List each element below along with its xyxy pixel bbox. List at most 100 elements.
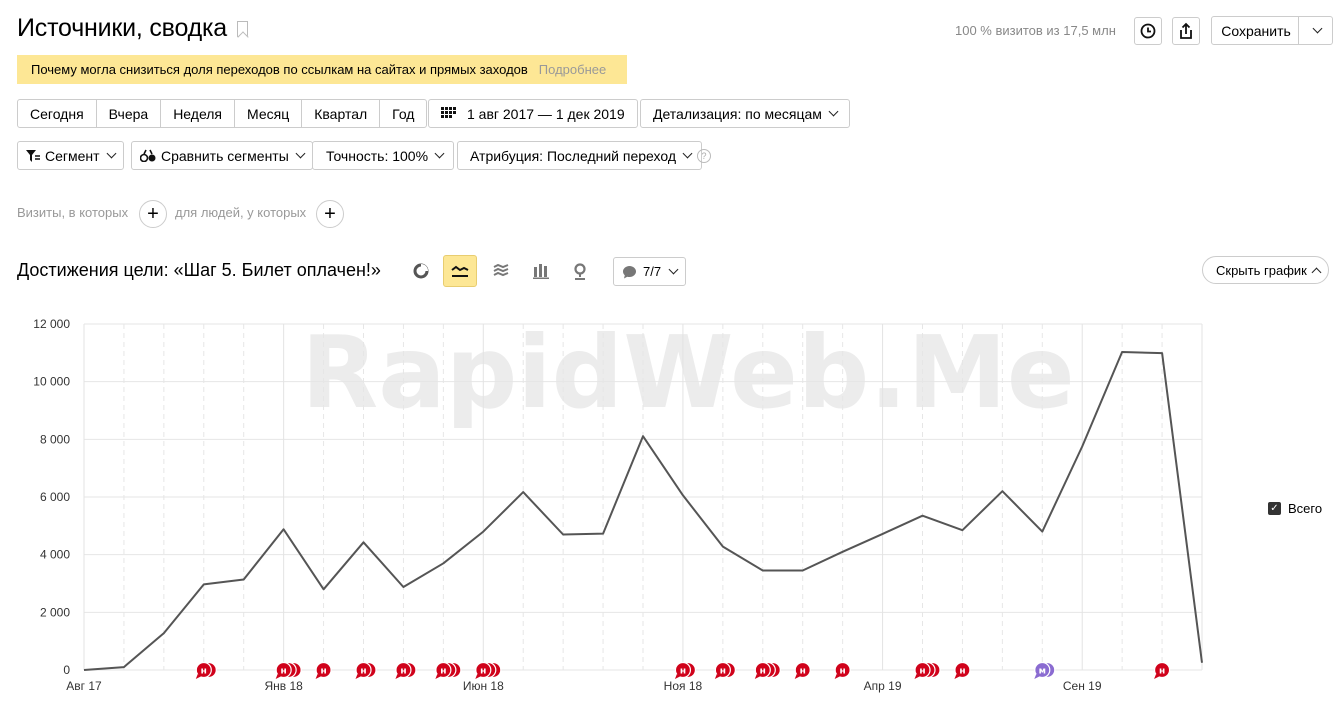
visits-sample-info: 100 % визитов из 17,5 млн: [955, 23, 1116, 38]
note-marker[interactable]: н: [355, 661, 377, 680]
compare-segments-button[interactable]: Сравнить сегменты: [131, 141, 313, 170]
comment-icon: [623, 265, 636, 278]
svg-text:н: н: [201, 667, 207, 677]
note-marker[interactable]: н: [914, 661, 941, 680]
map-view-button[interactable]: [563, 255, 597, 287]
y-tick-label: 10 000: [33, 375, 70, 389]
add-visit-condition-button[interactable]: +: [139, 200, 167, 228]
note-marker[interactable]: н: [475, 661, 502, 680]
plus-icon: +: [147, 203, 159, 225]
page-title: Источники, сводка: [17, 14, 249, 43]
chevron-down-icon: [1312, 23, 1322, 34]
accuracy-select[interactable]: Точность: 100%: [312, 141, 455, 170]
svg-text:н: н: [281, 667, 287, 677]
page-title-text: Источники, сводка: [17, 14, 228, 42]
plus-icon: +: [324, 203, 336, 225]
chevron-down-icon: [434, 148, 445, 159]
notes-toggle[interactable]: 7/7: [613, 257, 687, 286]
note-marker[interactable]: н: [834, 661, 851, 680]
svg-text:н: н: [760, 667, 766, 677]
note-marker[interactable]: н: [674, 661, 697, 680]
goal-title: Достижения цели: «Шаг 5. Билет оплачен!»: [17, 260, 381, 280]
bar-chart-view-button[interactable]: [524, 255, 558, 287]
detail-select[interactable]: Детализация: по месяцам: [640, 99, 850, 128]
y-tick-label: 8 000: [40, 432, 70, 446]
note-marker[interactable]: н: [754, 661, 781, 680]
pie-chart-icon: [413, 263, 429, 279]
export-button[interactable]: [1172, 17, 1200, 45]
svg-text:н: н: [959, 667, 965, 677]
area-chart-view-button[interactable]: [484, 255, 518, 287]
note-marker[interactable]: н: [315, 661, 332, 680]
period-yesterday[interactable]: Вчера: [97, 100, 162, 127]
save-button-label: Сохранить: [1221, 22, 1291, 39]
banner-text: Почему могла снизиться доля переходов по…: [31, 62, 528, 77]
segment-label: Сегмент: [45, 147, 100, 164]
period-week[interactable]: Неделя: [161, 100, 236, 127]
hide-chart-button[interactable]: Скрыть график: [1202, 256, 1329, 284]
visits-filter-label: Визиты, в которых: [17, 205, 129, 220]
clock-icon: [1140, 23, 1156, 39]
note-marker[interactable]: н: [395, 661, 417, 680]
add-people-condition-button[interactable]: +: [316, 200, 344, 228]
note-marker[interactable]: н: [275, 661, 302, 680]
share-icon: [1180, 22, 1192, 39]
attribution-select[interactable]: Атрибуция: Последний переход: [457, 141, 703, 170]
compare-label: Сравнить сегменты: [161, 147, 289, 164]
y-tick-label: 0: [63, 663, 70, 677]
attribution-label: Атрибуция: Последний переход: [470, 147, 677, 164]
note-marker[interactable]: н: [794, 661, 811, 680]
filter-icon: [26, 149, 40, 162]
save-dropdown-toggle[interactable]: [1298, 17, 1332, 44]
period-quarter[interactable]: Квартал: [302, 100, 381, 127]
x-tick-label: Апр 19: [864, 679, 902, 693]
note-marker[interactable]: м: [1034, 661, 1056, 680]
save-button[interactable]: Сохранить: [1211, 16, 1333, 45]
chevron-down-icon: [106, 148, 117, 159]
banner-more-link[interactable]: Подробнее: [539, 62, 606, 77]
map-pin-icon: [574, 262, 586, 280]
history-button[interactable]: [1134, 17, 1162, 45]
note-marker[interactable]: н: [195, 661, 217, 680]
period-selector: Сегодня Вчера Неделя Месяц Квартал Год: [17, 99, 428, 128]
segment-button[interactable]: Сегмент: [17, 141, 124, 170]
x-tick-label: Янв 18: [264, 679, 303, 693]
checkbox-checked-icon[interactable]: ✓: [1268, 502, 1281, 515]
bookmark-icon[interactable]: [237, 20, 249, 37]
period-year[interactable]: Год: [380, 100, 426, 127]
help-icon[interactable]: ?: [697, 149, 711, 163]
svg-text:н: н: [440, 667, 446, 677]
svg-text:н: н: [480, 667, 486, 677]
period-month[interactable]: Месяц: [235, 100, 303, 127]
x-tick-label: Июн 18: [463, 679, 504, 693]
note-marker[interactable]: н: [1153, 661, 1171, 680]
y-tick-label: 12 000: [33, 317, 70, 331]
watermark: RapidWeb.Me: [301, 314, 1074, 431]
period-today[interactable]: Сегодня: [18, 100, 97, 127]
svg-text:н: н: [919, 667, 925, 677]
svg-text:н: н: [320, 667, 326, 677]
svg-text:м: м: [1039, 667, 1046, 677]
date-range-picker[interactable]: 1 авг 2017 — 1 дек 2019: [428, 99, 638, 128]
hide-chart-label: Скрыть график: [1216, 262, 1307, 278]
line-chart-icon: [451, 265, 469, 277]
note-marker[interactable]: н: [954, 661, 971, 680]
notes-count: 7/7: [643, 264, 662, 279]
line-chart-view-button[interactable]: [443, 255, 477, 287]
legend-label-total: Всего: [1288, 501, 1323, 516]
compare-icon: [140, 149, 156, 162]
pie-chart-view-button[interactable]: [404, 255, 438, 287]
svg-text:н: н: [1159, 667, 1165, 677]
note-marker[interactable]: н: [435, 661, 462, 680]
svg-text:н: н: [400, 667, 406, 677]
svg-text:н: н: [360, 667, 366, 677]
y-tick-label: 4 000: [40, 548, 70, 562]
note-marker[interactable]: н: [714, 661, 736, 680]
detail-label: Детализация: по месяцам: [653, 105, 822, 122]
chevron-down-icon: [682, 148, 693, 159]
svg-text:н: н: [720, 667, 726, 677]
chart-legend[interactable]: ✓ Всего: [1268, 501, 1322, 516]
svg-text:н: н: [680, 667, 686, 677]
y-tick-label: 2 000: [40, 605, 70, 619]
people-filter-label: для людей, у которых: [175, 205, 307, 220]
